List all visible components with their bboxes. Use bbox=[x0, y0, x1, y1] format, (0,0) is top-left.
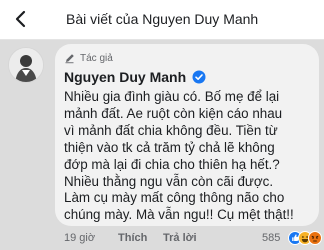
comment-line: đớp mà lại đi chia cho thiên hạ hết.? bbox=[64, 156, 280, 172]
author-name[interactable]: Nguyen Duy Manh bbox=[64, 69, 186, 85]
comment-line: Làm cụ mày mất công thông não cho bbox=[64, 190, 285, 206]
author-row: Nguyen Duy Manh bbox=[64, 68, 206, 86]
comment-line: chúng mày. Mà vẫn ngu!! Cụ mệt thật!! bbox=[64, 207, 294, 223]
reaction-icons[interactable] bbox=[288, 229, 322, 247]
author-badge-label: Tác giả bbox=[80, 52, 113, 64]
comment-line: Nhiều gia đình giàu có. Bố mẹ để lại bbox=[64, 89, 280, 104]
comment-line: vì mảnh đất chia không đều. Tiền từ bbox=[64, 122, 278, 138]
avatar-image bbox=[9, 48, 43, 82]
avatar[interactable] bbox=[8, 47, 44, 83]
author-badge: Tác giả bbox=[64, 51, 113, 65]
reply-button[interactable]: Trả lời bbox=[163, 232, 197, 244]
reaction-count[interactable]: 585 bbox=[262, 232, 280, 244]
comment-line: thiện vào tk cả trăm tỷ chả lẽ không bbox=[64, 139, 275, 155]
top-bar: Bài viết của Nguyen Duy Manh bbox=[0, 0, 324, 40]
page-title: Bài viết của Nguyen Duy Manh bbox=[66, 11, 259, 27]
verified-check-icon bbox=[192, 70, 206, 84]
comment-actions: 19 giờ Thích Trả lời 585 bbox=[0, 228, 324, 250]
comment-timestamp[interactable]: 19 giờ bbox=[64, 232, 95, 244]
comment-line: mảnh đất. Ae ruột còn kiện cáo nhau bbox=[64, 105, 283, 121]
arrow-left-icon[interactable] bbox=[10, 8, 32, 30]
angry-icon bbox=[308, 231, 322, 245]
pencil-icon bbox=[65, 54, 74, 64]
like-button[interactable]: Thích bbox=[118, 232, 147, 244]
comment-line: Nhiều thằng ngu vẫn còn cãi được. bbox=[64, 173, 274, 189]
comment-text: Nhiều gia đình giàu có. Bố mẹ để lại mản… bbox=[64, 89, 316, 224]
